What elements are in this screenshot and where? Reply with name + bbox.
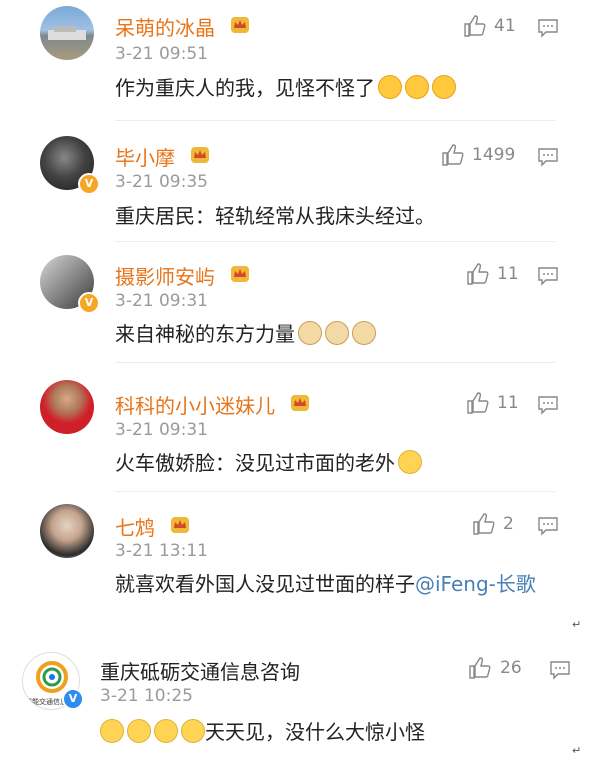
comment-2: V 毕小摩 3-21 09:35 重庆居民：轻轨经常从我床头经过。 1499 (0, 121, 601, 241)
username[interactable]: 七鸩 (115, 512, 155, 541)
timestamp: 3-21 10:25 (100, 686, 193, 706)
like-count: 1499 (472, 145, 516, 165)
verified-badge: V (78, 173, 100, 195)
avatar[interactable] (40, 6, 94, 60)
like-count: 26 (500, 658, 522, 678)
shrug-emoji (398, 450, 422, 474)
username[interactable]: 摄影师安屿 (115, 261, 215, 290)
thumbs-up-icon[interactable] (468, 656, 492, 680)
thumbs-up-icon[interactable] (466, 391, 490, 415)
shrug-emoji (100, 719, 124, 743)
reply-comment-icon[interactable] (537, 147, 559, 167)
verified-badge: V (78, 292, 100, 314)
laugh-cry-emoji (432, 75, 456, 99)
reply-comment-icon[interactable] (537, 395, 559, 415)
comment-6: 智能交通信息 V 重庆砥砺交通信息咨询 3-21 10:25 天天见，没什么大惊… (0, 640, 601, 767)
reply-comment-icon[interactable] (537, 266, 559, 286)
reply-comment-icon[interactable] (537, 516, 559, 536)
like-count: 11 (497, 393, 519, 413)
username[interactable]: 毕小摩 (115, 142, 175, 171)
reply-comment-icon[interactable] (549, 660, 571, 680)
avatar-label: 智能交通信息 (25, 698, 67, 706)
mention-link[interactable]: @iFeng-长歌 (415, 572, 536, 596)
reply-comment-icon[interactable] (537, 18, 559, 38)
shrug-emoji (154, 719, 178, 743)
like-count: 41 (494, 16, 516, 36)
comment-5: 七鸩 3-21 13:11 就喜欢看外国人没见过世面的样子@iFeng-长歌 2 (0, 492, 601, 632)
avatar[interactable] (40, 504, 94, 558)
comment-4: 科科的小小迷妹儿 3-21 09:31 火车傲娇脸：没见过市面的老外 11 (0, 363, 601, 483)
timestamp: 3-21 09:51 (115, 44, 208, 64)
shrug-emoji (127, 719, 151, 743)
doge-emoji (325, 321, 349, 345)
shrug-emoji (181, 719, 205, 743)
doge-emoji (352, 321, 376, 345)
username[interactable]: 科科的小小迷妹儿 (115, 390, 275, 419)
comment-text: 重庆居民：轻轨经常从我床头经过。 (115, 204, 435, 228)
thumbs-up-icon[interactable] (441, 143, 465, 167)
username[interactable]: 呆萌的冰晶 (115, 12, 215, 41)
timestamp: 3-21 09:35 (115, 172, 208, 192)
timestamp: 3-21 09:31 (115, 291, 208, 311)
thumbs-up-icon[interactable] (472, 512, 496, 536)
paragraph-mark: ↵ (572, 744, 582, 757)
comment-text: 来自神秘的东方力量 (115, 318, 555, 351)
comment-text: 就喜欢看外国人没见过世面的样子@iFeng-长歌 (115, 572, 536, 596)
timestamp: 3-21 13:11 (115, 541, 208, 561)
vip-crown-icon (191, 147, 209, 163)
username[interactable]: 重庆砥砺交通信息咨询 (100, 656, 300, 685)
like-count: 11 (497, 264, 519, 284)
thumbs-up-icon[interactable] (463, 14, 487, 38)
doge-emoji (298, 321, 322, 345)
vip-crown-icon (231, 266, 249, 282)
verified-badge: V (62, 688, 84, 710)
avatar[interactable] (40, 380, 94, 434)
vip-crown-icon (291, 395, 309, 411)
comment-text: 火车傲娇脸：没见过市面的老外 (115, 447, 555, 480)
comment-text: 天天见，没什么大惊小怪 (100, 716, 540, 749)
thumbs-up-icon[interactable] (466, 262, 490, 286)
laugh-cry-emoji (405, 75, 429, 99)
paragraph-mark: ↵ (572, 618, 582, 631)
laugh-cry-emoji (378, 75, 402, 99)
like-count: 2 (503, 514, 514, 534)
vip-crown-icon (231, 17, 249, 33)
timestamp: 3-21 09:31 (115, 420, 208, 440)
vip-crown-icon (171, 517, 189, 533)
comment-3: V 摄影师安屿 3-21 09:31 来自神秘的东方力量 11 (0, 242, 601, 362)
comment-text: 作为重庆人的我，见怪不怪了 (115, 72, 555, 105)
comment-1: 呆萌的冰晶 3-21 09:51 作为重庆人的我，见怪不怪了 41 (0, 0, 601, 120)
